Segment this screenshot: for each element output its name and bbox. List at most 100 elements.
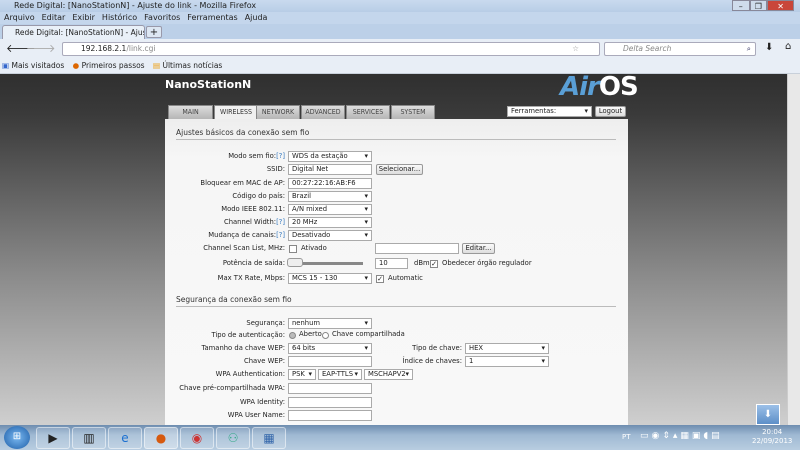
wpa-auth-label: WPA Authentication: xyxy=(215,370,285,378)
power-unit: dBm xyxy=(414,259,430,267)
channel-shift-select[interactable]: Desativado xyxy=(288,230,372,241)
key-type-select[interactable]: HEX xyxy=(465,343,549,354)
ie-icon[interactable]: e xyxy=(108,427,142,449)
wpa-inner-select[interactable]: MSCHAPV2 xyxy=(364,369,413,380)
language-indicator[interactable]: PT xyxy=(622,433,631,441)
forward-icon[interactable]: 🡒 xyxy=(26,41,56,55)
browser-tab[interactable]: Rede Digital: [NanoStationN] - Ajuste do… xyxy=(2,25,145,39)
menu-ajuda[interactable]: Ajuda xyxy=(245,13,268,22)
power-input[interactable]: 10 xyxy=(375,258,408,269)
window-controls: – ❐ ✕ xyxy=(732,0,795,11)
auth-shared-label: Chave compartilhada xyxy=(332,330,405,338)
bookmarks-bar: ▣ Mais visitados ● Primeiros passos ▤ Úl… xyxy=(0,58,800,74)
scan-list-check-label: Ativado xyxy=(301,244,327,252)
rss-icon: ▤ xyxy=(152,61,161,70)
help-link[interactable]: [?] xyxy=(276,218,285,226)
ssid-input[interactable]: Digital Net xyxy=(288,164,372,175)
download-icon[interactable]: ⬇ xyxy=(765,42,773,53)
auth-type-label: Tipo de autenticação: xyxy=(211,331,285,339)
firefox-taskbar-icon[interactable]: ● xyxy=(144,427,178,449)
tab-system[interactable]: SYSTEM xyxy=(391,105,435,119)
country-select[interactable]: Brazil xyxy=(288,191,372,202)
ieee-label: Modo IEEE 802.11: xyxy=(221,205,285,213)
max-rate-select[interactable]: MCS 15 - 130 xyxy=(288,273,372,284)
start-button[interactable]: ⊞ xyxy=(4,426,30,449)
url-bar[interactable]: 192.168.2.1/link.cgi ☆ xyxy=(62,42,600,56)
home-icon[interactable]: ⌂ xyxy=(785,41,791,52)
logout-button[interactable]: Logout xyxy=(595,106,626,117)
url-path: /link.cgi xyxy=(126,44,156,53)
select-ssid-button[interactable]: Selecionar... xyxy=(376,164,423,175)
tab-advanced[interactable]: ADVANCED xyxy=(301,105,345,119)
search-placeholder: Delta Search xyxy=(623,44,672,53)
section-basic-title: Ajustes básicos da conexão sem fio xyxy=(176,128,616,140)
scroll-down-icon[interactable]: ⬇ xyxy=(756,404,780,425)
tab-network[interactable]: NETWORK xyxy=(256,105,300,119)
bookmark-mais-visitados[interactable]: Mais visitados xyxy=(11,61,64,70)
menu-editar[interactable]: Editar xyxy=(42,13,66,22)
tab-services[interactable]: SERVICES xyxy=(346,105,390,119)
wpa-psk-select[interactable]: PSK xyxy=(288,369,316,380)
automatic-label: Automatic xyxy=(388,274,423,282)
navigation-bar: 🡐 🡒 192.168.2.1/link.cgi ☆ Delta Search ⌕… xyxy=(0,39,800,58)
messenger-icon[interactable]: ⚇ xyxy=(216,427,250,449)
menu-bar: Arquivo Editar Exibir Histórico Favoritos Fer… xyxy=(0,12,800,24)
clock[interactable]: 20:04 22/09/2013 xyxy=(752,428,792,446)
tray-icons[interactable]: ▭◉⇕▴▦▣◖▤ xyxy=(640,431,723,441)
scan-list-label: Channel Scan List, MHz: xyxy=(203,244,285,252)
max-rate-label: Max TX Rate, Mbps: xyxy=(217,274,285,282)
browser-tab-bar: Rede Digital: [NanoStationN] - Ajuste do… xyxy=(0,24,800,39)
close-button[interactable]: ✕ xyxy=(767,0,795,11)
tools-select[interactable]: Ferramentas: xyxy=(507,106,592,117)
search-icon[interactable]: ⌕ xyxy=(747,43,751,55)
menu-exibir[interactable]: Exibir xyxy=(72,13,95,22)
page-scrollbar[interactable] xyxy=(787,74,800,425)
wireless-mode-select[interactable]: WDS da estação xyxy=(288,151,372,162)
bookmark-icon: ▣ xyxy=(2,61,10,70)
channel-width-select[interactable]: 20 MHz xyxy=(288,217,372,228)
wpa-eap-select[interactable]: EAP-TTLS xyxy=(318,369,362,380)
media-player-icon[interactable]: ▶ xyxy=(36,427,70,449)
mac-label: Bloquear em MAC de AP: xyxy=(200,179,285,187)
clock-time: 20:04 xyxy=(762,428,783,436)
menu-arquivo[interactable]: Arquivo xyxy=(4,13,35,22)
airos-logo: AirOS xyxy=(560,72,639,102)
help-link[interactable]: [?] xyxy=(276,152,285,160)
regulator-checkbox[interactable]: ✓ xyxy=(430,260,438,268)
mac-input[interactable]: 00:27:22:16:AB:F6 xyxy=(288,178,372,189)
control-panel-icon[interactable]: ▦ xyxy=(252,427,286,449)
auth-open-radio[interactable] xyxy=(289,332,296,339)
bookmark-primeiros-passos[interactable]: Primeiros passos xyxy=(82,61,145,70)
restore-button[interactable]: ❐ xyxy=(749,0,768,11)
edit-scan-button[interactable]: Editar... xyxy=(462,243,495,254)
key-index-select[interactable]: 1 xyxy=(465,356,549,367)
explorer-icon[interactable]: ▥ xyxy=(72,427,106,449)
menu-historico[interactable]: Histórico xyxy=(102,13,137,22)
security-select[interactable]: nenhum xyxy=(288,318,372,329)
auth-shared-radio[interactable] xyxy=(322,332,329,339)
wpa-user-label: WPA User Name: xyxy=(227,411,285,419)
new-tab-button[interactable]: + xyxy=(146,26,162,38)
channel-width-label: Channel Width:[?] xyxy=(223,218,285,226)
auth-open-label: Aberto xyxy=(299,330,322,338)
power-slider-handle[interactable] xyxy=(287,258,303,267)
tab-main[interactable]: MAIN xyxy=(168,105,213,119)
search-input[interactable]: Delta Search ⌕ xyxy=(604,42,756,56)
psk-input[interactable] xyxy=(288,383,372,394)
scan-list-input[interactable] xyxy=(375,243,459,254)
wpa-user-input[interactable] xyxy=(288,410,372,421)
ieee-mode-select[interactable]: A/N mixed xyxy=(288,204,372,215)
help-link[interactable]: [?] xyxy=(276,231,285,239)
minimize-button[interactable]: – xyxy=(732,0,750,11)
menu-favoritos[interactable]: Favoritos xyxy=(144,13,180,22)
tab-wireless[interactable]: WIRELESS xyxy=(214,105,258,120)
wpa-identity-input[interactable] xyxy=(288,397,372,408)
bookmark-ultimas-noticias[interactable]: Últimas notícias xyxy=(162,61,222,70)
security-label: Segurança: xyxy=(246,319,285,327)
ssid-label: SSID: xyxy=(266,165,285,173)
scan-list-checkbox[interactable] xyxy=(289,245,297,253)
menu-ferramentas[interactable]: Ferramentas xyxy=(187,13,237,22)
chrome-icon[interactable]: ◉ xyxy=(180,427,214,449)
star-icon[interactable]: ☆ xyxy=(572,43,579,55)
automatic-checkbox[interactable]: ✓ xyxy=(376,275,384,283)
